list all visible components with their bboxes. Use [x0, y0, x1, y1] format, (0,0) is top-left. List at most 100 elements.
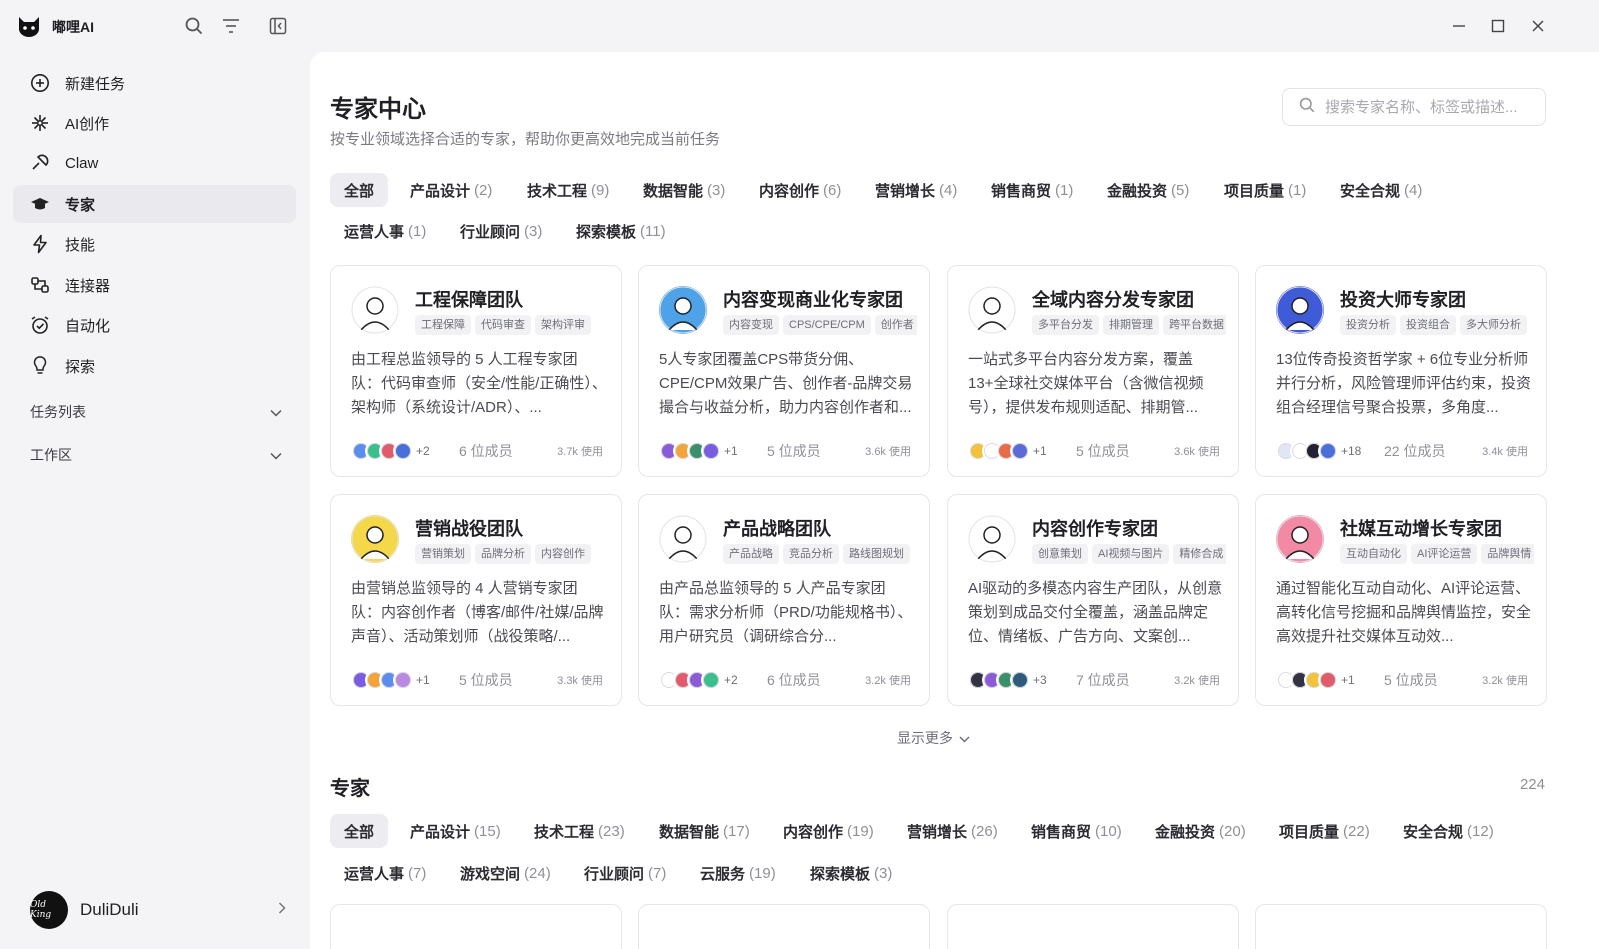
alarm-check-icon	[29, 314, 51, 336]
tab-5[interactable]: 营销增长 (4)	[861, 173, 971, 207]
expert-team-card[interactable]: 投资大师专家团 投资分析 投资组合 多大师分析 13位传奇投资哲学家 + 6位专业分析师…	[1255, 265, 1547, 477]
card-footer: +2 6 位成员 3.2k 使用	[659, 669, 911, 691]
tab-6[interactable]: 销售商贸 (10)	[1017, 814, 1136, 848]
sidebar-item-ai-create[interactable]: AI创作	[13, 104, 296, 142]
tag: 产品战略	[723, 544, 779, 564]
tab-count: (1)	[1288, 181, 1307, 199]
member-avatar	[701, 441, 721, 461]
team-title: 工程保障团队	[415, 290, 523, 310]
expert-card[interactable]	[638, 904, 930, 949]
expert-team-card[interactable]: 内容创作专家团 创意策划 AI视频与图片 精修合成 AI驱动的多模态内容生产团队，从创意…	[947, 494, 1239, 706]
collapse-sidebar-icon[interactable]	[266, 14, 290, 38]
team-description: 由产品总监领导的 5 人产品专家团队：需求分析师（PRD/功能规格书）、用户研究…	[659, 580, 913, 645]
tab-label: 行业顾问	[584, 865, 645, 883]
sidebar-item-skills[interactable]: 技能	[13, 225, 296, 263]
tag: 架构评审	[535, 315, 591, 335]
tab-7[interactable]: 金融投资 (20)	[1141, 814, 1260, 848]
expert-team-card[interactable]: 工程保障团队 工程保障 代码审查 架构评审 由工程总监领导的 5 人工程专家团队：代码审…	[330, 265, 622, 477]
tab-count: (5)	[1171, 181, 1190, 199]
tab-0[interactable]: 全部	[330, 173, 389, 207]
tab-3[interactable]: 数据智能 (17)	[645, 814, 764, 848]
tab-10[interactable]: 运营人事 (1)	[330, 214, 440, 248]
sidebar-item-label: 新建任务	[65, 75, 126, 93]
tab-13[interactable]: 云服务 (19)	[686, 856, 790, 890]
section-task-list[interactable]: 任务列表	[30, 400, 282, 424]
tab-2[interactable]: 技术工程 (9)	[513, 173, 623, 207]
user-profile[interactable]: Old King DuliDuli	[30, 890, 286, 930]
tab-8[interactable]: 项目质量 (22)	[1265, 814, 1384, 848]
expert-team-card[interactable]: 社媒互动增长专家团 互动自动化 AI评论运营 品牌舆情 通过智能化互动自动化、AI评论运…	[1255, 494, 1547, 706]
extra-members-count: +3	[1033, 673, 1047, 687]
tab-label: 销售商贸	[991, 182, 1052, 200]
member-count: 7 位成员	[1076, 672, 1130, 688]
tab-14[interactable]: 探索模板 (3)	[796, 856, 906, 890]
tab-4[interactable]: 内容创作 (6)	[745, 173, 855, 207]
maximize-icon[interactable]	[1484, 12, 1512, 40]
tab-count: (2)	[474, 181, 493, 199]
member-avatar	[1318, 441, 1338, 461]
member-avatar	[1010, 670, 1030, 690]
section-workspace[interactable]: 工作区	[30, 443, 282, 467]
tab-9[interactable]: 安全合规 (4)	[1326, 173, 1436, 207]
tab-count: (17)	[723, 822, 750, 840]
sidebar-item-explore[interactable]: 探索	[13, 347, 296, 385]
tab-12[interactable]: 行业顾问 (7)	[570, 856, 680, 890]
expert-team-card[interactable]: 营销战役团队 营销策划 品牌分析 内容创作 由营销总监领导的 4 人营销专家团队：内容创…	[330, 494, 622, 706]
tag: 多平台分发	[1032, 315, 1099, 335]
sidebar-item-automation[interactable]: 自动化	[13, 306, 296, 344]
search-input[interactable]	[1325, 98, 1535, 116]
tab-count: (4)	[1404, 181, 1423, 199]
expert-card[interactable]	[330, 904, 622, 949]
show-more-button[interactable]: 显示更多	[897, 728, 970, 748]
main-content: 专家中心 按专业领域选择合适的专家，帮助你更高效地完成当前任务 全部产品设计(2…	[310, 52, 1599, 949]
sidebar-item-label: 专家	[65, 196, 96, 214]
tab-1[interactable]: 产品设计 (15)	[396, 814, 515, 848]
tab-7[interactable]: 金融投资 (5)	[1093, 173, 1203, 207]
tab-10[interactable]: 运营人事 (7)	[330, 856, 440, 890]
minimize-icon[interactable]	[1445, 12, 1473, 40]
tab-9[interactable]: 安全合规 (12)	[1389, 814, 1508, 848]
search-box[interactable]	[1282, 88, 1546, 126]
sidebar-item-connectors[interactable]: 连接器	[13, 266, 296, 304]
extra-members-count: +1	[1341, 673, 1355, 687]
team-description: 13位传奇投资哲学家 + 6位专业分析师并行分析，风险管理师评估约束，投资组合经…	[1276, 351, 1532, 416]
sidebar-item-label: AI创作	[65, 115, 110, 133]
member-avatar	[393, 441, 413, 461]
connector-icon	[29, 274, 51, 296]
expert-card[interactable]	[1255, 904, 1547, 949]
sidebar-item-claw[interactable]: Claw	[13, 144, 296, 182]
tab-0[interactable]: 全部	[330, 814, 389, 848]
tab-4[interactable]: 内容创作 (19)	[769, 814, 888, 848]
team-avatar	[659, 515, 707, 563]
expert-team-card[interactable]: 全域内容分发专家团 多平台分发 排期管理 跨平台数据 一站式多平台内容分发方案，覆盖13…	[947, 265, 1239, 477]
tab-6[interactable]: 销售商贸 (1)	[977, 173, 1087, 207]
tab-3[interactable]: 数据智能 (3)	[629, 173, 739, 207]
tab-5[interactable]: 营销增长 (26)	[893, 814, 1012, 848]
team-avatar	[1276, 286, 1324, 334]
tab-12[interactable]: 探索模板 (11)	[562, 214, 680, 248]
tab-11[interactable]: 游戏空间 (24)	[446, 856, 565, 890]
search-icon[interactable]	[182, 14, 206, 38]
expert-team-card[interactable]: 内容变现商业化专家团 内容变现 CPS/CPE/CPM 创作者 5人专家团覆盖CPS带货…	[638, 265, 930, 477]
tab-1[interactable]: 产品设计 (2)	[396, 173, 506, 207]
close-icon[interactable]	[1524, 12, 1552, 40]
member-count: 5 位成员	[1384, 672, 1438, 688]
tab-label: 安全合规	[1340, 182, 1401, 200]
team-avatar	[351, 515, 399, 563]
tab-11[interactable]: 行业顾问 (3)	[446, 214, 556, 248]
sidebar-item-new-task[interactable]: 新建任务	[13, 64, 296, 102]
team-tags: 投资分析 投资组合 多大师分析	[1340, 315, 1534, 337]
member-avatar-stack: +2	[659, 670, 767, 690]
tab-8[interactable]: 项目质量 (1)	[1210, 173, 1320, 207]
tab-2[interactable]: 技术工程 (23)	[520, 814, 639, 848]
expert-team-card[interactable]: 产品战略团队 产品战略 竞品分析 路线图规划 由产品总监领导的 5 人产品专家团队：需求…	[638, 494, 930, 706]
team-title: 内容创作专家团	[1032, 519, 1158, 539]
chevron-down-icon	[959, 730, 970, 746]
expert-card[interactable]	[947, 904, 1239, 949]
page-title: 专家中心	[330, 96, 426, 123]
sidebar-item-experts[interactable]: 专家	[13, 185, 296, 223]
member-count: 6 位成员	[767, 672, 821, 688]
tag: 内容创作	[535, 544, 591, 564]
filter-icon[interactable]	[219, 14, 243, 38]
card-footer: +1 5 位成员 3.6k 使用	[659, 440, 911, 462]
